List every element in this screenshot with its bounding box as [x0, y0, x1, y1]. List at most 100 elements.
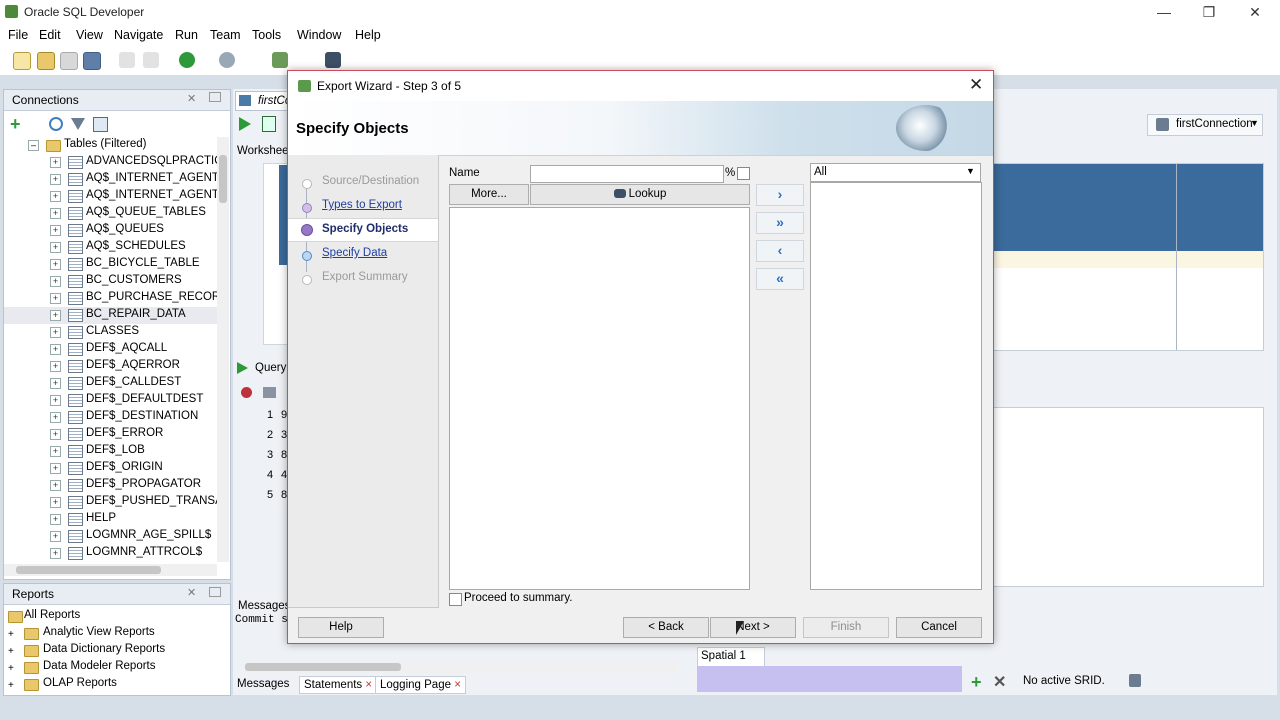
expand-icon[interactable]: +	[50, 497, 61, 508]
back-icon[interactable]	[179, 52, 195, 68]
redo-icon[interactable]	[143, 52, 159, 68]
lookup-button[interactable]: Lookup	[530, 184, 750, 205]
move-all-right-button[interactable]: »	[756, 212, 804, 234]
run-script-icon[interactable]	[262, 116, 276, 132]
menu-window[interactable]: Window	[297, 28, 341, 42]
table-item[interactable]: + AQ$_SCHEDULES	[4, 239, 217, 256]
tab-statements[interactable]: Statements ×	[299, 676, 378, 694]
proceed-checkbox[interactable]	[449, 593, 462, 606]
selected-objects-list[interactable]	[810, 182, 982, 590]
save-icon[interactable]	[60, 52, 78, 70]
schema-browser-icon[interactable]	[93, 117, 108, 132]
table-item[interactable]: + LOGMNR_ATTRCOL$	[4, 545, 217, 562]
expand-icon[interactable]: +	[50, 310, 61, 321]
table-item[interactable]: + DEF$_CALLDEST	[4, 375, 217, 392]
forward-icon[interactable]	[219, 52, 235, 68]
expand-icon[interactable]: +	[50, 276, 61, 287]
tree-hscrollbar[interactable]	[4, 564, 217, 576]
expand-icon[interactable]: +	[50, 344, 61, 355]
table-item[interactable]: + DEF$_LOB	[4, 443, 217, 460]
query-result-tab[interactable]: Query	[237, 361, 287, 377]
expand-icon[interactable]: +	[8, 629, 14, 640]
collapse-icon[interactable]: –	[28, 140, 39, 151]
table-item[interactable]: + LOGMNR_AGE_SPILL$	[4, 528, 217, 545]
expand-icon[interactable]: +	[50, 174, 61, 185]
expand-icon[interactable]: +	[50, 480, 61, 491]
table-item[interactable]: + DEF$_ORIGIN	[4, 460, 217, 477]
expand-icon[interactable]: +	[50, 531, 61, 542]
spatial-tab[interactable]: Spatial 1	[697, 647, 765, 667]
menu-edit[interactable]: Edit	[39, 28, 61, 42]
expand-icon[interactable]: +	[50, 514, 61, 525]
table-item[interactable]: + AQ$_INTERNET_AGENT_PF	[4, 171, 217, 188]
expand-icon[interactable]: +	[50, 225, 61, 236]
expand-icon[interactable]: +	[8, 680, 14, 691]
help-button[interactable]: Help	[298, 617, 384, 638]
expand-icon[interactable]: +	[50, 259, 61, 270]
table-item[interactable]: + AQ$_QUEUES	[4, 222, 217, 239]
close-window-button[interactable]: ✕	[1237, 2, 1273, 22]
add-connection-icon[interactable]: +	[10, 114, 21, 135]
expand-icon[interactable]: +	[50, 157, 61, 168]
refresh-icon[interactable]	[49, 117, 63, 131]
step-types-to-export[interactable]: Types to Export	[322, 199, 402, 211]
move-right-button[interactable]: ›	[756, 184, 804, 206]
cancel-button[interactable]: Cancel	[896, 617, 982, 638]
menu-help[interactable]: Help	[355, 28, 381, 42]
table-item[interactable]: + AQ$_INTERNET_AGENTS	[4, 188, 217, 205]
menu-file[interactable]: File	[8, 28, 28, 42]
expand-icon[interactable]: +	[50, 378, 61, 389]
minimize-panel-icon[interactable]	[209, 92, 221, 102]
menu-navigate[interactable]: Navigate	[114, 28, 163, 42]
expand-icon[interactable]: +	[50, 208, 61, 219]
menu-run[interactable]: Run	[175, 28, 198, 42]
type-select[interactable]: All ▼	[810, 163, 981, 182]
available-objects-list[interactable]	[449, 207, 750, 590]
expand-icon[interactable]: +	[50, 412, 61, 423]
table-item[interactable]: + BC_PURCHASE_RECORDS	[4, 290, 217, 307]
table-item[interactable]: + DEF$_ERROR	[4, 426, 217, 443]
close-tab-icon[interactable]: ×	[454, 679, 461, 691]
move-all-left-button[interactable]: «	[756, 268, 804, 290]
expand-icon[interactable]: +	[50, 293, 61, 304]
run-statement-icon[interactable]	[239, 117, 251, 131]
tree-vscrollbar[interactable]	[217, 137, 229, 562]
open-icon[interactable]	[37, 52, 55, 70]
messages-hscrollbar[interactable]	[245, 661, 678, 673]
binoculars-icon[interactable]	[325, 52, 341, 68]
sql-icon[interactable]	[272, 52, 288, 68]
table-item[interactable]: + BC_CUSTOMERS	[4, 273, 217, 290]
step-specify-data[interactable]: Specify Data	[322, 247, 387, 259]
table-item[interactable]: + BC_BICYCLE_TABLE	[4, 256, 217, 273]
tables-node[interactable]: – Tables (Filtered)	[4, 137, 217, 154]
srid-db-icon[interactable]	[1129, 674, 1141, 687]
table-item[interactable]: + DEF$_PUSHED_TRANSACTI	[4, 494, 217, 511]
table-item[interactable]: + CLASSES	[4, 324, 217, 341]
expand-icon[interactable]: +	[50, 242, 61, 253]
expand-icon[interactable]: +	[50, 548, 61, 559]
expand-icon[interactable]: +	[50, 361, 61, 372]
table-item[interactable]: + ADVANCEDSQLPRACTICE	[4, 154, 217, 171]
table-item[interactable]: + DEF$_DESTINATION	[4, 409, 217, 426]
table-item[interactable]: + AQ$_QUEUE_TABLES	[4, 205, 217, 222]
expand-icon[interactable]: +	[50, 446, 61, 457]
minimize-reports-icon[interactable]	[209, 587, 221, 597]
expand-icon[interactable]: +	[50, 395, 61, 406]
new-icon[interactable]	[13, 52, 31, 70]
print-icon[interactable]	[263, 387, 276, 398]
tab-messages[interactable]: Messages	[233, 676, 293, 692]
back-button[interactable]: < Back	[623, 617, 709, 638]
menu-view[interactable]: View	[76, 28, 103, 42]
expand-icon[interactable]: +	[50, 327, 61, 338]
table-item[interactable]: + HELP	[4, 511, 217, 528]
close-tab-icon[interactable]: ×	[365, 679, 372, 691]
table-item[interactable]: + BC_REPAIR_DATA	[4, 307, 217, 324]
filter-icon[interactable]	[71, 118, 85, 130]
move-left-button[interactable]: ‹	[756, 240, 804, 262]
pin-icon[interactable]	[241, 387, 252, 398]
save-all-icon[interactable]	[83, 52, 101, 70]
table-item[interactable]: + DEF$_PROPAGATOR	[4, 477, 217, 494]
next-button[interactable]: Next >	[710, 617, 796, 638]
restore-button[interactable]: ❐	[1191, 2, 1227, 22]
table-item[interactable]: + DEF$_AQCALL	[4, 341, 217, 358]
